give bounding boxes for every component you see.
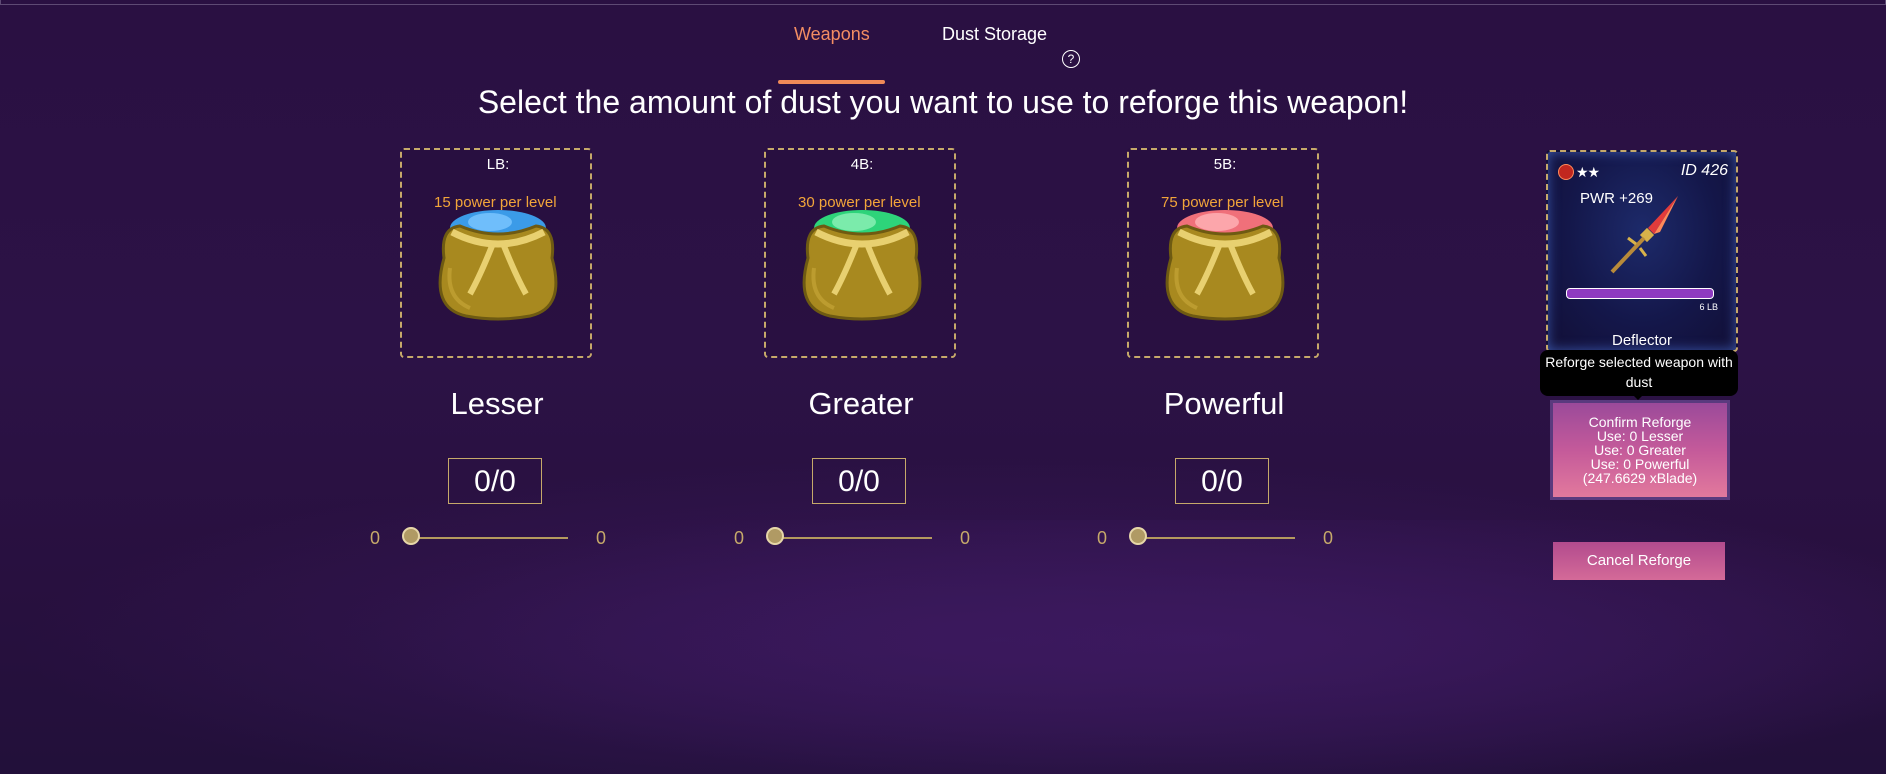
selected-weapon-card[interactable]: ★★ ID 426 PWR +269 6 LB Deflector (1546, 150, 1738, 352)
tab-dust-storage[interactable]: Dust Storage (942, 24, 1047, 45)
top-border (0, 0, 1886, 5)
dust-bag-icon (438, 210, 558, 321)
dust-bag-icon (802, 210, 922, 321)
page-title: Select the amount of dust you want to us… (477, 84, 1409, 120)
spear-icon (1610, 196, 1678, 274)
slider-max-label: 0 (596, 528, 607, 548)
dust-card[interactable]: LB: 15 power per level (400, 148, 592, 358)
lb-label: 6 LB (1699, 302, 1718, 312)
dust-name: Powerful (1163, 386, 1285, 421)
confirm-reforge-button[interactable]: Confirm Reforge Use: 0 Lesser Use: 0 Gre… (1550, 400, 1730, 500)
dust-amount-display: 0/0 (812, 458, 906, 504)
confirm-tooltip: Reforge selected weapon with dust (1540, 350, 1738, 396)
cost-label: (247.6629 xBlade) (1582, 470, 1698, 486)
dust-name: Greater (808, 386, 914, 421)
fire-element-icon (1558, 164, 1574, 180)
dust-caption: 4B: 30 power per level (766, 156, 958, 211)
tab-bar: Weapons Dust Storage ? (0, 24, 1886, 84)
dust-tier-prefix: 5B: (1213, 156, 1237, 173)
slider-max-label: 0 (960, 528, 971, 548)
dust-caption: 5B: 75 power per level (1129, 156, 1321, 211)
use-powerful-label: Use: 0 Powerful (1590, 456, 1690, 472)
slider-thumb[interactable] (1129, 527, 1147, 545)
slider-min-label: 0 (734, 528, 745, 548)
slider-thumb[interactable] (402, 527, 420, 545)
dust-bag-icon (1165, 210, 1285, 321)
tab-weapons[interactable]: Weapons (794, 24, 870, 45)
dust-card[interactable]: 5B: 75 power per level (1127, 148, 1319, 358)
dust-card[interactable]: 4B: 30 power per level (764, 148, 956, 358)
dust-slider[interactable]: 0 0 (370, 526, 624, 550)
dust-slider[interactable]: 0 0 (734, 526, 988, 550)
weapon-id: ID 426 (1680, 162, 1728, 179)
dust-amount-display: 0/0 (448, 458, 542, 504)
slider-track[interactable] (1131, 537, 1295, 539)
slider-track[interactable] (404, 537, 568, 539)
help-icon[interactable]: ? (1062, 50, 1080, 68)
weapon-name: Deflector (1611, 332, 1673, 349)
slider-thumb[interactable] (766, 527, 784, 545)
dust-slider[interactable]: 0 0 (1097, 526, 1351, 550)
use-lesser-label: Use: 0 Lesser (1596, 428, 1684, 444)
dust-name: Lesser (450, 386, 544, 421)
confirm-label: Confirm Reforge (1588, 414, 1692, 430)
dust-tier-prefix: 4B: (850, 156, 874, 173)
dust-amount-display: 0/0 (1175, 458, 1269, 504)
slider-max-label: 0 (1323, 528, 1334, 548)
use-greater-label: Use: 0 Greater (1594, 442, 1686, 458)
lb-progress-bar (1566, 288, 1714, 299)
dust-tier-prefix: LB: (486, 156, 510, 173)
star-rating: ★★ (1576, 164, 1600, 180)
cancel-reforge-button[interactable]: Cancel Reforge (1553, 542, 1725, 580)
slider-track[interactable] (768, 537, 932, 539)
dust-caption: LB: 15 power per level (402, 156, 594, 211)
slider-min-label: 0 (370, 528, 381, 548)
slider-min-label: 0 (1097, 528, 1108, 548)
